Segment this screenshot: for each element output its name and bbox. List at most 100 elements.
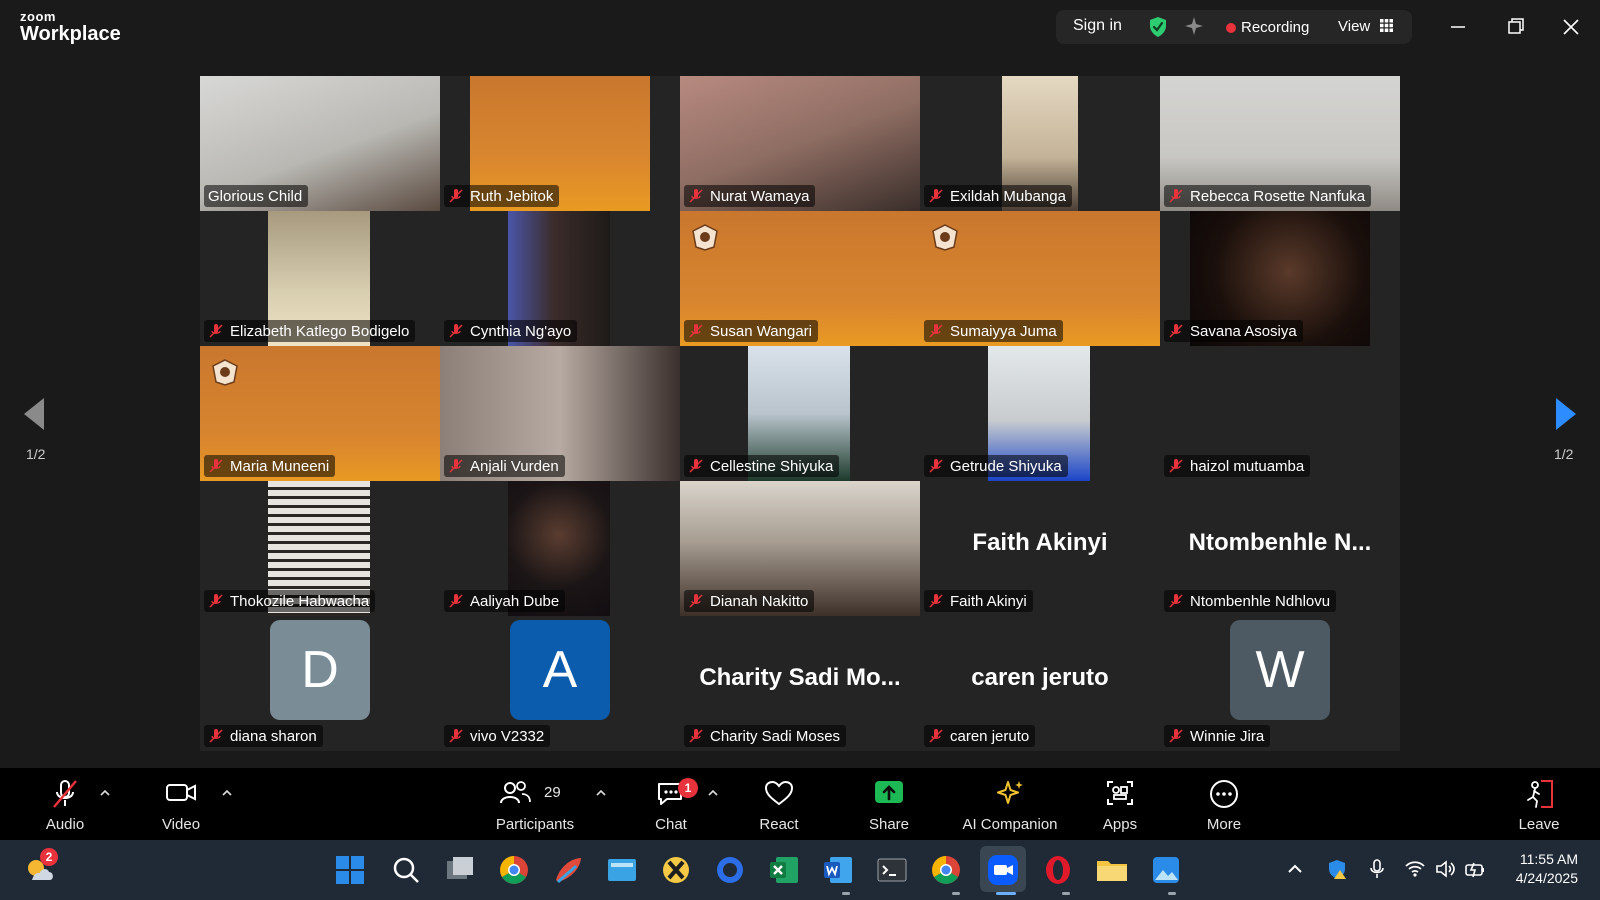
ai-sparkle-icon[interactable] <box>1183 15 1205 37</box>
participant-avatar: A <box>510 620 610 720</box>
volume-icon[interactable] <box>1434 858 1456 880</box>
weather-notification-badge: 2 <box>40 848 58 866</box>
participant-tile[interactable]: Savana Asosiya <box>1160 211 1400 346</box>
battery-charging-icon[interactable] <box>1464 858 1486 880</box>
microphone-icon[interactable] <box>1366 858 1388 880</box>
ai-companion-sparkle-icon <box>997 781 1023 804</box>
participant-tile[interactable]: Ntombenhle N... Ntombenhle Ndhlovu <box>1160 481 1400 616</box>
participant-tile[interactable]: Charity Sadi Mo... Charity Sadi Moses <box>680 616 920 751</box>
participant-name-label: Rebecca Rosette Nanfuka <box>1164 185 1372 207</box>
terminal-icon[interactable] <box>874 852 910 888</box>
participant-name: Ruth Jebitok <box>470 187 554 205</box>
participant-name-label: Aaliyah Dube <box>444 590 566 612</box>
participant-name-label: vivo V2332 <box>444 725 551 747</box>
react-button[interactable]: React <box>724 768 834 840</box>
participant-tile[interactable]: Anjali Vurden <box>440 346 680 481</box>
more-button[interactable]: More <box>1169 768 1279 840</box>
participant-tile[interactable]: Sumaiyya Juma <box>920 211 1160 346</box>
participant-tile[interactable]: Cynthia Ng'ayo <box>440 211 680 346</box>
chat-button[interactable]: 1 Chat <box>616 768 726 840</box>
browser-icon[interactable] <box>712 852 748 888</box>
participants-options-caret-icon[interactable] <box>594 788 608 798</box>
more-label: More <box>1206 816 1242 833</box>
participant-tile[interactable]: Susan Wangari <box>680 211 920 346</box>
participant-tile[interactable]: Getrude Shiyuka <box>920 346 1160 481</box>
participant-tile[interactable]: Exildah Mubanga <box>920 76 1160 211</box>
mic-muted-icon <box>449 594 463 608</box>
participant-name-label: Cynthia Ng'ayo <box>444 320 578 342</box>
wifi-icon[interactable] <box>1404 858 1426 880</box>
chevron-up-icon[interactable] <box>1284 858 1306 880</box>
participant-tile[interactable]: Maria Muneeni <box>200 346 440 481</box>
file-app-icon[interactable] <box>604 852 640 888</box>
minimize-icon[interactable] <box>1440 12 1476 42</box>
leave-label: Leave <box>1518 816 1560 833</box>
view-button[interactable]: View <box>1338 18 1370 35</box>
paint-app-icon[interactable] <box>550 852 586 888</box>
participant-display-name: Ntombenhle N... <box>1188 529 1372 556</box>
participant-tile[interactable]: A vivo V2332 <box>440 616 680 751</box>
more-options-icon <box>1210 780 1238 808</box>
previous-page-arrow-icon[interactable] <box>22 396 46 432</box>
zoom-app-icon[interactable] <box>985 852 1021 888</box>
share-button[interactable]: Share <box>834 768 944 840</box>
apps-label: Apps <box>1102 816 1138 833</box>
restore-icon[interactable] <box>1497 12 1533 42</box>
chat-options-caret-icon[interactable] <box>706 788 720 798</box>
search-icon[interactable] <box>388 852 424 888</box>
mic-muted-icon <box>449 459 463 473</box>
mic-muted-icon <box>689 594 703 608</box>
close-icon[interactable] <box>1553 12 1589 42</box>
apps-icon <box>1107 781 1133 805</box>
participant-tile[interactable]: D diana sharon <box>200 616 440 751</box>
participant-tile[interactable]: W Winnie Jira <box>1160 616 1400 751</box>
recording-label[interactable]: Recording <box>1241 19 1309 36</box>
participant-tile[interactable]: Dianah Nakitto <box>680 481 920 616</box>
ai-companion-button[interactable]: AI Companion <box>940 768 1080 840</box>
photos-icon[interactable] <box>1148 852 1184 888</box>
security-shield-icon[interactable] <box>1148 16 1168 38</box>
participant-tile[interactable]: caren jeruto caren jeruto <box>920 616 1160 751</box>
mic-muted-icon <box>929 729 943 743</box>
chrome-profile-icon[interactable] <box>928 852 964 888</box>
participant-name-label: Getrude Shiyuka <box>924 455 1068 477</box>
running-indicator <box>842 892 850 895</box>
participant-tile[interactable]: Aaliyah Dube <box>440 481 680 616</box>
participant-tile[interactable]: Faith Akinyi Faith Akinyi <box>920 481 1160 616</box>
participant-tile[interactable]: Elizabeth Katlego Bodigelo <box>200 211 440 346</box>
windows-start-icon[interactable] <box>332 852 368 888</box>
page-indicator-right: 1/2 <box>1554 446 1574 462</box>
participant-tile[interactable]: Glorious Child <box>200 76 440 211</box>
video-options-caret-icon[interactable] <box>220 788 234 798</box>
excel-icon[interactable] <box>766 852 802 888</box>
participant-name: Dianah Nakitto <box>710 592 809 610</box>
security-warning-icon[interactable] <box>1326 858 1348 880</box>
participant-tile[interactable]: Nurat Wamaya <box>680 76 920 211</box>
participant-name: Getrude Shiyuka <box>950 457 1062 475</box>
audio-options-caret-icon[interactable] <box>98 788 112 798</box>
participant-tile[interactable]: haizol mutuamba <box>1160 346 1400 481</box>
file-explorer-icon[interactable] <box>1094 852 1130 888</box>
sign-in-button[interactable]: Sign in <box>1073 17 1122 35</box>
participants-button[interactable]: 29 Participants <box>480 768 590 840</box>
xbox-icon[interactable] <box>658 852 694 888</box>
participant-tile[interactable]: Ruth Jebitok <box>440 76 680 211</box>
apps-button[interactable]: Apps <box>1065 768 1175 840</box>
participant-tile[interactable]: Cellestine Shiyuka <box>680 346 920 481</box>
participants-label: Participants <box>495 816 575 833</box>
mic-muted-icon <box>209 729 223 743</box>
grid-view-icon[interactable] <box>1380 19 1393 32</box>
chrome-icon[interactable] <box>496 852 532 888</box>
next-page-arrow-icon[interactable] <box>1554 396 1578 432</box>
audio-button[interactable]: Audio <box>10 768 120 840</box>
system-clock[interactable]: 11:55 AM 4/24/2025 <box>1500 850 1578 888</box>
mic-muted-icon <box>689 189 703 203</box>
word-icon[interactable] <box>820 852 856 888</box>
opera-icon[interactable] <box>1040 852 1076 888</box>
task-view-icon[interactable] <box>442 852 478 888</box>
participant-tile[interactable]: Rebecca Rosette Nanfuka <box>1160 76 1400 211</box>
mic-muted-icon <box>689 729 703 743</box>
participant-tile[interactable]: Thokozile Habwacha <box>200 481 440 616</box>
video-button[interactable]: Video <box>126 768 236 840</box>
leave-button[interactable]: Leave <box>1484 768 1594 840</box>
